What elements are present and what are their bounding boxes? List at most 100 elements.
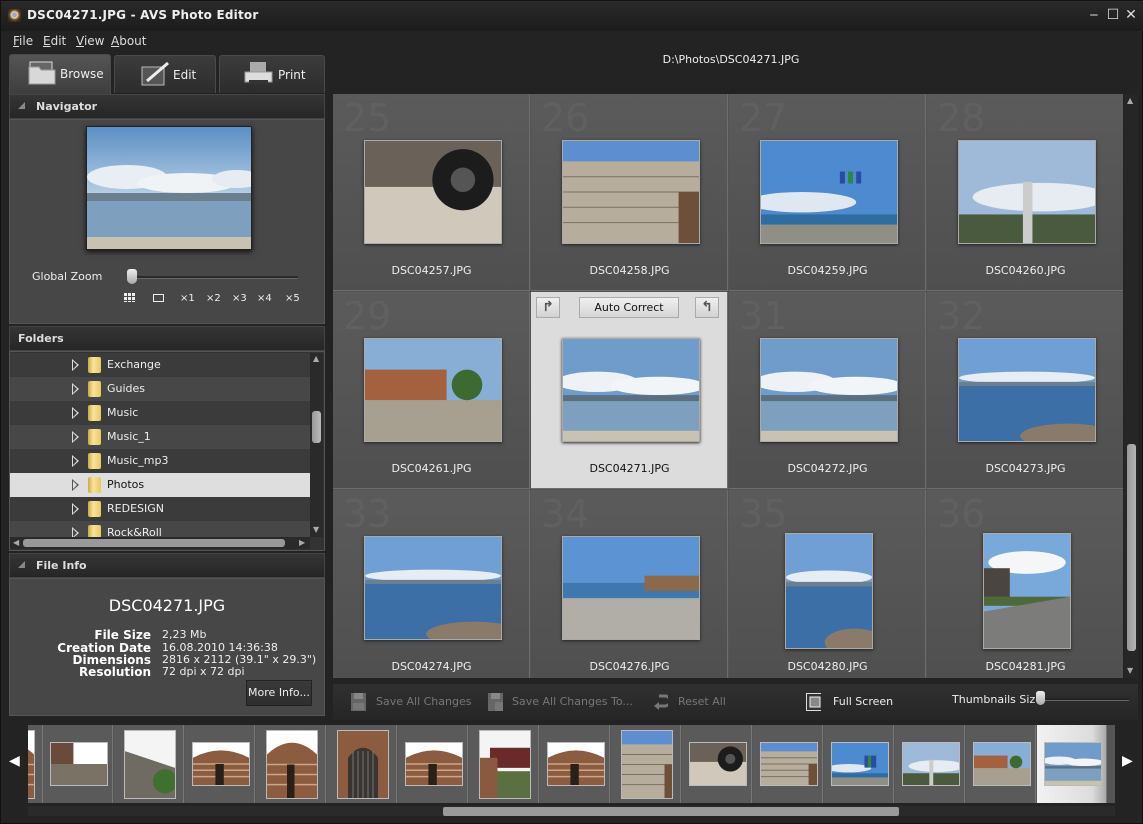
filmstrip-frame[interactable]: [611, 725, 681, 803]
global-zoom-slider[interactable]: [132, 276, 298, 279]
filmstrip-next-icon[interactable]: ▶: [1122, 753, 1133, 769]
zoom-grid-icon[interactable]: [124, 293, 135, 302]
more-info-button[interactable]: More Info...: [246, 680, 312, 706]
expand-arrow-icon[interactable]: [72, 503, 79, 515]
scroll-up-icon[interactable]: ▲: [1127, 96, 1133, 105]
thumbnail-image[interactable]: [957, 338, 1096, 442]
menu-view[interactable]: View: [76, 34, 104, 48]
expand-arrow-icon[interactable]: [72, 431, 79, 443]
global-zoom-thumb[interactable]: [127, 269, 137, 284]
grid-vertical-thumb[interactable]: [1127, 444, 1136, 651]
thumbnail-image[interactable]: [363, 338, 502, 442]
scroll-right-icon[interactable]: ▶: [299, 538, 305, 547]
scroll-left-icon[interactable]: ◀: [13, 538, 19, 547]
filmstrip-frame[interactable]: [469, 725, 539, 803]
save-all-changes-to-button[interactable]: Save All Changes To...: [512, 695, 633, 708]
folder-item[interactable]: Music_1: [10, 425, 310, 449]
zoom-x3[interactable]: ×3: [232, 293, 247, 304]
thumbnail-image[interactable]: [759, 338, 898, 442]
thumbnail-image[interactable]: [561, 140, 700, 244]
zoom-x4[interactable]: ×4: [257, 293, 272, 304]
thumbnails-size-slider[interactable]: [1041, 698, 1129, 701]
tab-print[interactable]: Print: [219, 55, 325, 93]
thumbnail-cell[interactable]: 33 DSC04274.JPG: [333, 490, 530, 678]
menu-edit[interactable]: Edit: [43, 34, 66, 48]
scroll-down-icon[interactable]: ▼: [313, 525, 319, 534]
save-all-changes-button[interactable]: Save All Changes: [376, 695, 471, 708]
thumbnail-cell[interactable]: 27 DSC04259.JPG: [729, 94, 926, 291]
filmstrip-frame[interactable]: [28, 725, 43, 803]
filmstrip-frame[interactable]: [1037, 725, 1107, 803]
tab-browse[interactable]: Browse: [9, 54, 111, 94]
folder-item[interactable]: Rock&Roll: [10, 521, 310, 537]
filmstrip-scroll-thumb[interactable]: [443, 807, 899, 816]
filmstrip-frame[interactable]: [540, 725, 610, 803]
scroll-up-icon[interactable]: ▲: [313, 354, 319, 363]
thumbnail-cell[interactable]: 25 DSC04257.JPG: [333, 94, 530, 291]
filmstrip-frame[interactable]: [327, 725, 397, 803]
thumbnail-cell[interactable]: 31 DSC04272.JPG: [729, 292, 926, 489]
thumbnail-cell[interactable]: 34 DSC04276.JPG: [531, 490, 728, 678]
file-info-header[interactable]: File Info: [9, 553, 325, 578]
rotate-right-button[interactable]: ↱: [536, 297, 560, 318]
thumbnail-cell[interactable]: 32 DSC04273.JPG: [927, 292, 1123, 489]
filmstrip-frame[interactable]: [895, 725, 965, 803]
expand-arrow-icon[interactable]: [72, 383, 79, 395]
menu-file[interactable]: File: [13, 34, 33, 48]
filmstrip-frame[interactable]: [256, 725, 326, 803]
full-screen-button[interactable]: Full Screen: [833, 695, 893, 708]
navigator-header[interactable]: Navigator: [9, 94, 325, 119]
thumbnail-image[interactable]: [759, 140, 898, 244]
folder-item[interactable]: Music_mp3: [10, 449, 310, 473]
filmstrip-frame[interactable]: [753, 725, 823, 803]
maximize-button[interactable]: ☐: [1105, 7, 1121, 23]
filmstrip-frame[interactable]: [43, 725, 113, 803]
expand-arrow-icon[interactable]: [72, 455, 79, 467]
thumbnail-cell[interactable]: 30↱Auto Correct↰DSC04271.JPG: [531, 292, 728, 489]
thumbnail-cell[interactable]: 26 DSC04258.JPG: [531, 94, 728, 291]
filmstrip-prev-icon[interactable]: ◀: [9, 753, 20, 769]
folder-item[interactable]: Photos: [10, 473, 310, 497]
minimize-button[interactable]: ‒: [1086, 7, 1102, 23]
thumbnail-image[interactable]: [957, 140, 1096, 244]
expand-arrow-icon[interactable]: [72, 407, 79, 419]
expand-arrow-icon[interactable]: [72, 527, 79, 537]
zoom-x5[interactable]: ×5: [285, 293, 300, 304]
thumbnail-cell[interactable]: 35 DSC04280.JPG: [729, 490, 926, 678]
filmstrip-frame[interactable]: [824, 725, 894, 803]
filmstrip-frame[interactable]: [398, 725, 468, 803]
auto-correct-button[interactable]: Auto Correct: [579, 297, 679, 318]
filmstrip-frame[interactable]: [682, 725, 752, 803]
menu-about[interactable]: About: [111, 34, 147, 48]
folders-vertical-scrollbar[interactable]: ▲ ▼: [310, 353, 323, 537]
thumbnails-size-thumb[interactable]: [1036, 691, 1045, 705]
navigator-preview[interactable]: [86, 126, 252, 250]
filmstrip-frame[interactable]: [185, 725, 255, 803]
rotate-left-button[interactable]: ↰: [695, 297, 719, 318]
filmstrip-frame[interactable]: [114, 725, 184, 803]
thumbnail-image[interactable]: [982, 533, 1071, 649]
expand-arrow-icon[interactable]: [72, 359, 79, 371]
zoom-x2[interactable]: ×2: [206, 293, 221, 304]
thumbnail-image[interactable]: [561, 536, 700, 640]
thumbnail-image[interactable]: [363, 536, 502, 640]
tab-edit[interactable]: Edit: [114, 55, 216, 93]
folders-header[interactable]: Folders: [9, 326, 325, 351]
thumbnail-cell[interactable]: 28 DSC04260.JPG: [927, 94, 1123, 291]
filmstrip-frame[interactable]: [966, 725, 1036, 803]
folder-item[interactable]: Guides: [10, 377, 310, 401]
thumbnail-image[interactable]: [784, 533, 873, 649]
folder-item[interactable]: Exchange: [10, 353, 310, 377]
thumbnail-image[interactable]: [561, 338, 700, 442]
reset-all-button[interactable]: Reset All: [678, 695, 726, 708]
zoom-fit-icon[interactable]: [153, 294, 164, 302]
thumbnail-image[interactable]: [363, 140, 502, 244]
folders-vertical-thumb[interactable]: [312, 411, 321, 443]
thumbnail-cell[interactable]: 36 DSC04281.JPG: [927, 490, 1123, 678]
scroll-down-icon[interactable]: ▼: [1127, 666, 1133, 675]
close-button[interactable]: ✕: [1123, 7, 1139, 23]
folder-item[interactable]: REDESIGN: [10, 497, 310, 521]
thumbnail-cell[interactable]: 29 DSC04261.JPG: [333, 292, 530, 489]
folders-horizontal-thumb[interactable]: [23, 539, 285, 547]
folder-item[interactable]: Music: [10, 401, 310, 425]
